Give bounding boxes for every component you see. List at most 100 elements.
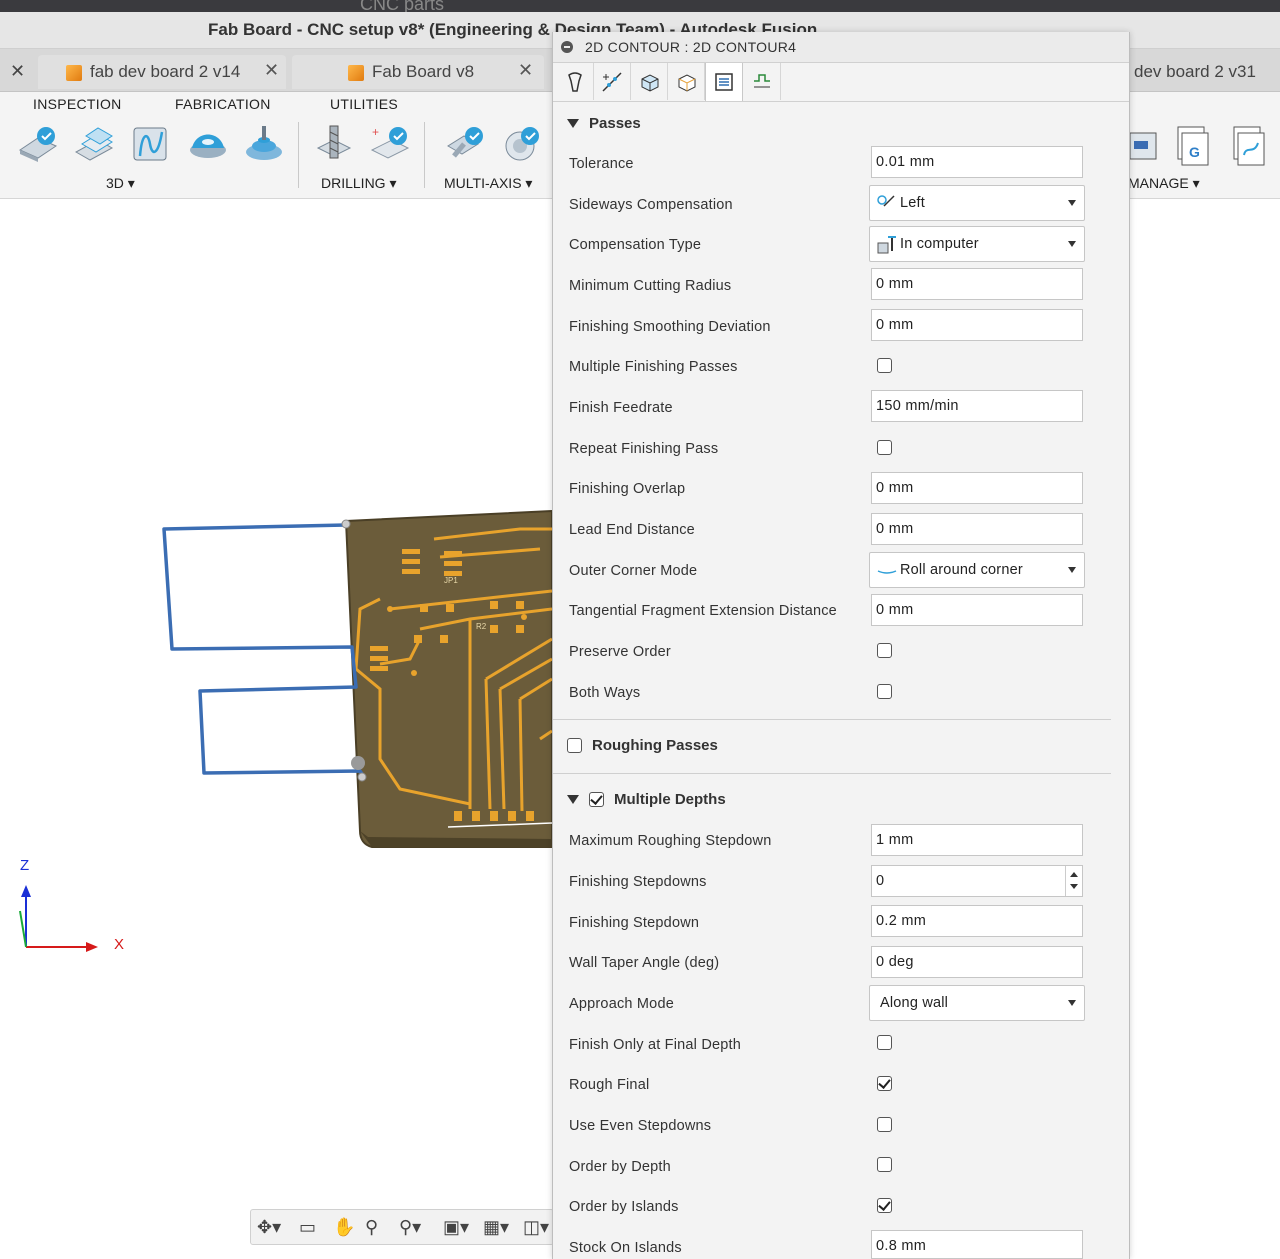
finishing-smoothing-deviation-input[interactable]: 0 mm [871, 309, 1083, 341]
tab-fab-board-v8[interactable]: Fab Board v8 ✕ [292, 55, 544, 89]
tab-depths[interactable] [668, 63, 705, 100]
compensation-type-label: Compensation Type [569, 237, 702, 253]
look-at-icon[interactable]: ▭ [299, 1217, 316, 1238]
repeat-finishing-pass-checkbox[interactable] [877, 440, 892, 455]
sideways-compensation-label: Sideways Compensation [569, 197, 733, 213]
both-ways-checkbox[interactable] [877, 684, 892, 699]
pocket-clearing-icon[interactable] [72, 122, 116, 166]
manage-area: G MANAGE ▾ [1128, 49, 1280, 199]
rough-final-label: Rough Final [569, 1077, 650, 1093]
grid-icon[interactable]: ▦▾ [483, 1217, 509, 1238]
tangential-fragment-extension-input[interactable]: 0 mm [871, 594, 1083, 626]
post-process-icon[interactable]: G [1172, 125, 1212, 169]
viewports-icon[interactable]: ◫▾ [523, 1217, 549, 1238]
hole-recognition-icon[interactable]: + [368, 122, 412, 166]
approach-mode-label: Approach Mode [569, 996, 674, 1012]
multi-axis-contour-icon[interactable] [444, 122, 488, 166]
finishing-stepdowns-label: Finishing Stepdowns [569, 874, 707, 890]
lead-end-distance-input[interactable]: 0 mm [871, 513, 1083, 545]
3d-viewport[interactable]: JP1 R2 Z X ✥▾ ▭ ✋ ⚲ ⚲▾ ▣▾ ▦▾ ◫▾ [0, 199, 554, 1259]
axis-x-label: X [114, 936, 125, 953]
finishing-stepdown-label: Finishing Stepdown [569, 915, 700, 931]
tab-tool[interactable] [557, 63, 594, 100]
setup-sheet-icon[interactable] [1228, 125, 1268, 169]
max-roughing-stepdown-input[interactable]: 1 mm [871, 824, 1083, 856]
finish-feedrate-input[interactable]: 150 mm/min [871, 390, 1083, 422]
order-by-depth-checkbox[interactable] [877, 1157, 892, 1172]
box-icon [678, 73, 696, 92]
order-by-islands-label: Order by Islands [569, 1199, 679, 1215]
order-by-depth-label: Order by Depth [569, 1159, 671, 1175]
multiple-depths-checkbox[interactable] [589, 792, 604, 807]
pcb-label-jp1: JP1 [444, 576, 458, 585]
collapse-dialog-icon[interactable] [561, 41, 573, 53]
svg-text:G: G [1189, 144, 1200, 160]
toolpath-lead[interactable] [162, 523, 366, 778]
roll-around-corner-icon [877, 570, 897, 574]
preserve-order-label: Preserve Order [569, 644, 671, 660]
section-multiple-depths[interactable]: Multiple Depths [567, 791, 726, 808]
finishing-overlap-input[interactable]: 0 mm [871, 472, 1083, 504]
display-settings-icon[interactable]: ▣▾ [443, 1217, 469, 1238]
rough-final-checkbox[interactable] [877, 1076, 892, 1091]
tab-close-icon[interactable]: ✕ [264, 60, 279, 81]
tab-heights[interactable] [631, 63, 668, 100]
finishing-smoothing-deviation-label: Finishing Smoothing Deviation [569, 319, 771, 335]
stock-on-islands-input[interactable]: 0.8 mm [871, 1230, 1083, 1259]
preserve-order-checkbox[interactable] [877, 643, 892, 658]
zoom-icon[interactable]: ⚲ [365, 1217, 378, 1238]
tab-linking[interactable] [744, 63, 781, 100]
minimum-cutting-radius-input[interactable]: 0 mm [871, 268, 1083, 300]
use-even-stepdowns-checkbox[interactable] [877, 1117, 892, 1132]
order-by-islands-checkbox[interactable] [877, 1198, 892, 1213]
steep-shallow-icon[interactable] [128, 122, 172, 166]
finishing-stepdowns-spinner[interactable]: 0 [871, 865, 1083, 897]
tolerance-input[interactable]: 0.01 mm [871, 146, 1083, 178]
group-multi-axis-dropdown[interactable]: MULTI-AXIS ▾ [444, 175, 532, 192]
adaptive-clearing-icon[interactable] [16, 122, 60, 166]
radial-icon[interactable] [186, 122, 230, 166]
in-computer-icon [877, 236, 896, 254]
wall-taper-angle-input[interactable]: 0 deg [871, 946, 1083, 978]
close-all-icon[interactable]: ✕ [10, 61, 25, 82]
pan-hand-icon[interactable]: ✋ [333, 1217, 355, 1238]
rotary-icon[interactable] [500, 122, 544, 166]
menu-inspection[interactable]: INSPECTION [33, 96, 122, 112]
section-roughing-passes[interactable]: Roughing Passes [567, 737, 718, 754]
finishing-stepdown-input[interactable]: 0.2 mm [871, 905, 1083, 937]
group-manage-dropdown[interactable]: MANAGE ▾ [1128, 175, 1200, 192]
compensation-type-select[interactable]: In computer [869, 226, 1085, 262]
tab-passes[interactable] [705, 63, 743, 101]
group-3d-dropdown[interactable]: 3D ▾ [106, 175, 135, 192]
approach-mode-select[interactable]: Along wall [869, 985, 1085, 1021]
design-cube-icon [348, 65, 364, 81]
outer-corner-mode-select[interactable]: Roll around corner [869, 552, 1085, 588]
stepper-arrows[interactable] [1065, 866, 1082, 896]
section-passes[interactable]: Passes [567, 115, 641, 132]
spiral-icon[interactable] [242, 122, 286, 166]
axis-z-label: Z [20, 857, 30, 874]
multiple-finishing-passes-checkbox[interactable] [877, 358, 892, 373]
repeat-finishing-pass-label: Repeat Finishing Pass [569, 441, 719, 457]
dialog-header: 2D CONTOUR : 2D CONTOUR4 [553, 32, 1129, 63]
group-drilling-dropdown[interactable]: DRILLING ▾ [321, 175, 397, 192]
finishing-overlap-label: Finishing Overlap [569, 481, 686, 497]
finish-only-final-depth-checkbox[interactable] [877, 1035, 892, 1050]
pcb-label-r2: R2 [476, 622, 487, 631]
tab-fab-dev-board-2-v14[interactable]: fab dev board 2 v14 ✕ [38, 55, 286, 89]
zoom-window-icon[interactable]: ⚲▾ [399, 1217, 421, 1238]
compensation-left-icon [877, 195, 895, 207]
finish-feedrate-label: Finish Feedrate [569, 400, 673, 416]
lead-end-distance-label: Lead End Distance [569, 522, 695, 538]
menu-fabrication[interactable]: FABRICATION [175, 96, 271, 112]
wall-taper-angle-label: Wall Taper Angle (deg) [569, 955, 720, 971]
orbit-icon[interactable]: ✥▾ [257, 1217, 281, 1238]
menu-utilities[interactable]: UTILITIES [330, 96, 398, 112]
sideways-compensation-select[interactable]: Left [869, 185, 1085, 221]
roughing-passes-checkbox[interactable] [567, 738, 582, 753]
drill-icon[interactable] [312, 122, 356, 166]
pcb-model-canvas[interactable]: JP1 R2 [0, 199, 552, 1199]
tab-geometry[interactable] [594, 63, 631, 100]
tab-close-icon[interactable]: ✕ [518, 60, 533, 81]
tool-library-icon[interactable] [1128, 129, 1158, 165]
